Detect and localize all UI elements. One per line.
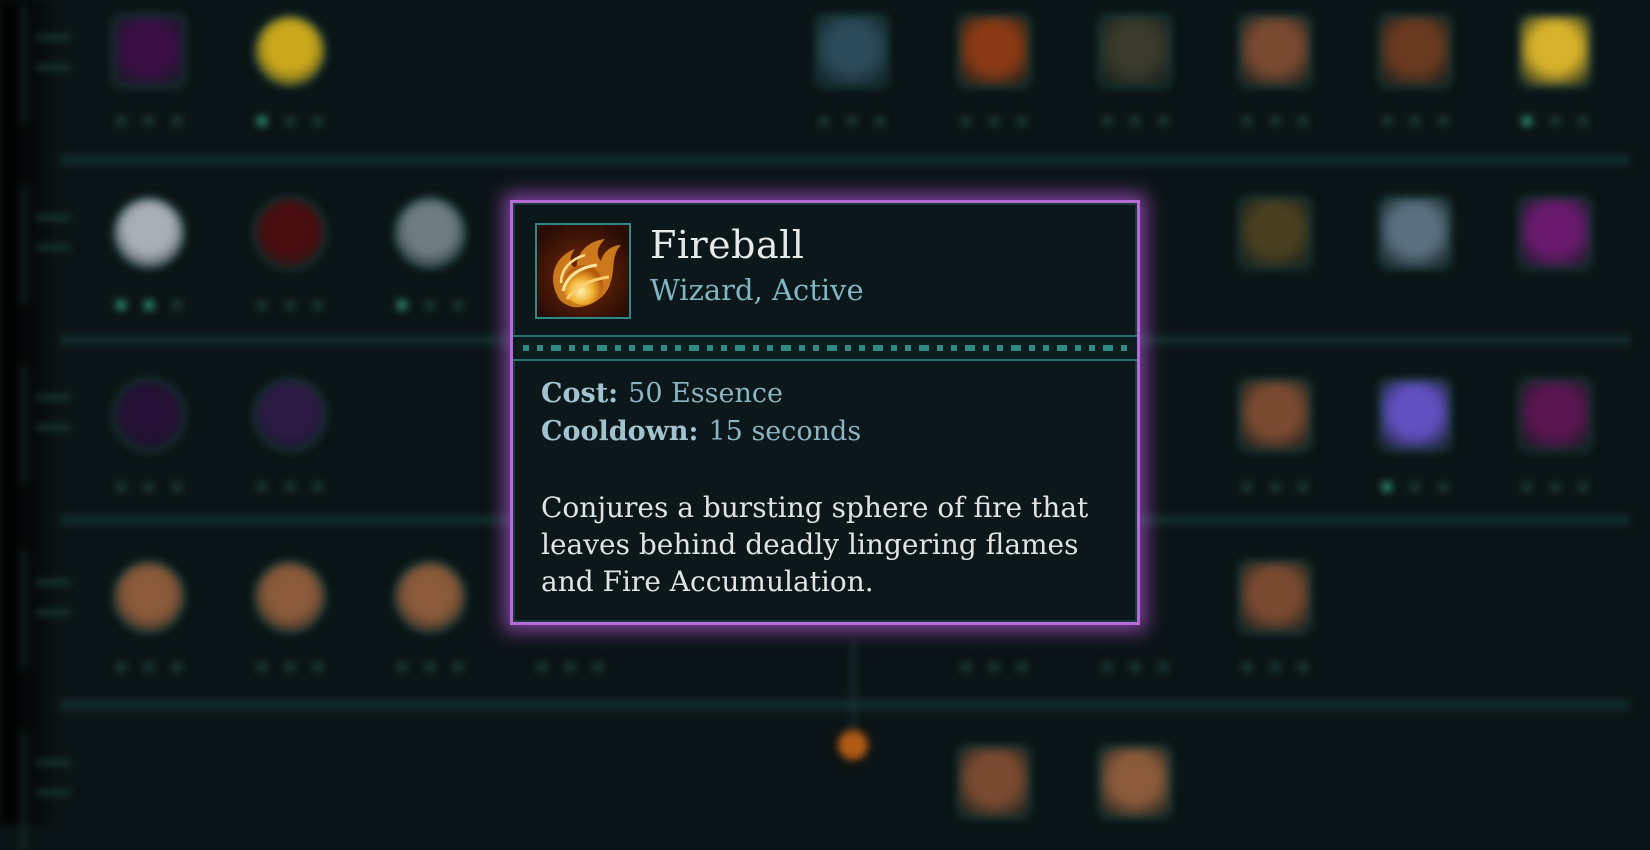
rank-pips [1378, 482, 1452, 494]
rank-pips [253, 116, 327, 128]
holy-light-icon [1521, 17, 1589, 85]
skill-node[interactable] [253, 560, 327, 634]
earth-fist-icon [256, 563, 324, 631]
rank-pips [957, 662, 1031, 674]
skill-node[interactable] [112, 378, 186, 452]
arcane-beam-icon [1381, 381, 1449, 449]
skill-node[interactable] [1238, 378, 1312, 452]
rank-pips [112, 482, 186, 494]
skill-node[interactable] [1238, 196, 1312, 270]
blood-orb-icon [256, 199, 324, 267]
locked-node-orb [838, 730, 868, 760]
tier-label [22, 730, 85, 850]
skill-node[interactable] [815, 14, 889, 88]
rank-pips [112, 300, 186, 312]
tier-label [22, 185, 85, 305]
rank-pips [253, 662, 327, 674]
skill-node[interactable] [253, 196, 327, 270]
skill-node[interactable] [1238, 14, 1312, 88]
fireball-icon [535, 223, 631, 319]
rank-pips [253, 482, 327, 494]
golden-orb-icon [256, 17, 324, 85]
ember-ring-icon [1241, 381, 1309, 449]
fist-strike-icon [1241, 17, 1309, 85]
shadow-rune-icon [115, 17, 183, 85]
tier-label [22, 365, 85, 485]
skill-node[interactable] [957, 14, 1031, 88]
stat-label: Cost: [541, 378, 619, 409]
rank-pips [253, 300, 327, 312]
skill-node[interactable] [1518, 196, 1592, 270]
rank-pips [1378, 116, 1452, 128]
rank-pips [1098, 662, 1172, 674]
rank-pips [1518, 482, 1592, 494]
dark-bolt-icon [256, 381, 324, 449]
rank-pips [393, 300, 467, 312]
arrow-volley-icon [1101, 17, 1169, 85]
rank-pips [533, 662, 607, 674]
tooltip-header: Fireball Wizard, Active [513, 203, 1137, 335]
skill-subtitle: Wizard, Active [650, 273, 864, 307]
tier-separator [60, 155, 1630, 165]
ornamental-divider [513, 335, 1137, 361]
stat-value: 15 seconds [708, 416, 862, 447]
corrupt-rune-icon [1521, 381, 1589, 449]
skill-node[interactable] [393, 560, 467, 634]
stat-cost: Cost: 50 Essence [541, 375, 1111, 413]
skill-node[interactable] [112, 196, 186, 270]
skill-node[interactable] [1098, 14, 1172, 88]
blade-slash-icon [1381, 17, 1449, 85]
tier-label [22, 5, 85, 125]
skill-description: Conjures a bursting sphere of fire that … [541, 491, 1089, 598]
rank-pips [1238, 662, 1312, 674]
rank-pips [1238, 116, 1312, 128]
skill-node[interactable] [112, 560, 186, 634]
skill-node[interactable] [1378, 196, 1452, 270]
rank-pips [1098, 116, 1172, 128]
fire-wave-icon [960, 17, 1028, 85]
stat-value: 50 Essence [628, 378, 783, 409]
storm-claw-icon [396, 199, 464, 267]
wolf-spirit-icon [115, 199, 183, 267]
rank-pips [1518, 116, 1592, 128]
tooltip-body: Cost: 50 Essence Cooldown: 15 seconds Conj… [541, 375, 1111, 600]
rank-pips [957, 116, 1031, 128]
rank-pips [112, 116, 186, 128]
skill-node[interactable] [1238, 560, 1312, 634]
ember-ring-icon [960, 748, 1028, 816]
rank-pips [112, 662, 186, 674]
void-eye-icon [115, 381, 183, 449]
skill-node[interactable] [253, 14, 327, 88]
rank-pips [393, 662, 467, 674]
skill-node[interactable] [1098, 745, 1172, 819]
rank-pips [1238, 482, 1312, 494]
skill-node[interactable] [1518, 378, 1592, 452]
ember-ring-icon [1241, 563, 1309, 631]
earth-fist-icon [115, 563, 183, 631]
skill-node[interactable] [253, 378, 327, 452]
skill-node[interactable] [957, 745, 1031, 819]
earth-fist-icon [396, 563, 464, 631]
rank-pips [815, 116, 889, 128]
crossed-arrows-icon [1241, 199, 1309, 267]
frost-shard-icon [818, 17, 886, 85]
tier-separator [60, 700, 1630, 710]
skill-node[interactable] [1518, 14, 1592, 88]
skill-node[interactable] [112, 14, 186, 88]
wind-swirl-icon [1381, 199, 1449, 267]
skill-node[interactable] [1378, 378, 1452, 452]
arcane-burst-icon [1521, 199, 1589, 267]
earth-fist-icon [1101, 748, 1169, 816]
skill-node[interactable] [1378, 14, 1452, 88]
stat-label: Cooldown: [541, 416, 699, 447]
skill-node[interactable] [393, 196, 467, 270]
skill-name: Fireball [650, 223, 805, 267]
stat-cooldown: Cooldown: 15 seconds [541, 413, 1111, 451]
connector-line [852, 640, 855, 730]
tier-label [22, 550, 85, 670]
skill-tooltip: Fireball Wizard, Active Cost: 50 Essence… [510, 200, 1140, 625]
